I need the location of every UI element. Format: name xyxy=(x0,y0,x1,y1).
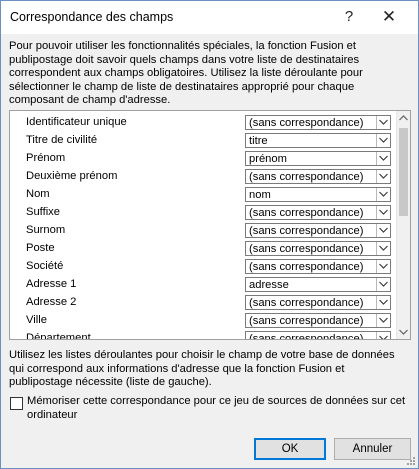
ok-button[interactable]: OK xyxy=(254,438,326,460)
field-row: Surnom (sans correspondance) xyxy=(10,222,396,240)
field-label: Titre de civilité xyxy=(26,134,98,146)
field-label: Société xyxy=(26,260,64,272)
remember-mapping-checkbox[interactable] xyxy=(10,397,23,410)
chevron-down-icon[interactable] xyxy=(376,278,390,291)
field-row: Département (sans correspondance) xyxy=(10,330,396,340)
field-row: Titre de civilité titre xyxy=(10,132,396,150)
remember-mapping-label[interactable]: Mémoriser cette correspondance pour ce j… xyxy=(27,395,407,422)
field-mapping-dropdown[interactable]: (sans correspondance) xyxy=(245,295,391,310)
chevron-down-icon[interactable] xyxy=(376,170,390,183)
field-row: Société (sans correspondance) xyxy=(10,258,396,276)
dialog-title: Correspondance des champs xyxy=(10,10,174,24)
vertical-scrollbar[interactable] xyxy=(396,111,410,339)
dropdown-value: (sans correspondance) xyxy=(249,225,364,237)
chevron-down-icon[interactable] xyxy=(376,134,390,147)
field-row: Deuxième prénom (sans correspondance) xyxy=(10,168,396,186)
dropdown-value: (sans correspondance) xyxy=(249,315,364,327)
help-text: Utilisez les listes déroulantes pour cho… xyxy=(9,349,395,389)
field-mapping-dropdown[interactable]: (sans correspondance) xyxy=(245,115,391,130)
field-mapping-dropdown[interactable]: (sans correspondance) xyxy=(245,223,391,238)
field-mapping-dropdown[interactable]: (sans correspondance) xyxy=(245,205,391,220)
field-label: Identificateur unique xyxy=(26,116,127,128)
field-mapping-dropdown[interactable]: titre xyxy=(245,133,391,148)
field-mapping-dropdown[interactable]: (sans correspondance) xyxy=(245,241,391,256)
field-row: Ville (sans correspondance) xyxy=(10,312,396,330)
resize-grip-icon[interactable] xyxy=(406,456,416,466)
field-mapping-dialog: Correspondance des champs ? ✕ Pour pouvo… xyxy=(0,0,419,469)
close-button[interactable]: ✕ xyxy=(375,5,403,29)
chevron-down-icon[interactable] xyxy=(376,296,390,309)
dropdown-value: (sans correspondance) xyxy=(249,207,364,219)
chevron-down-icon[interactable] xyxy=(376,260,390,273)
field-label: Adresse 2 xyxy=(26,296,77,308)
dropdown-value: (sans correspondance) xyxy=(249,171,364,183)
field-mapping-list: Identificateur unique (sans correspondanc… xyxy=(9,110,411,340)
field-mapping-dropdown[interactable]: (sans correspondance) xyxy=(245,313,391,328)
field-label: Suffixe xyxy=(26,206,60,218)
scroll-up-arrow-icon[interactable] xyxy=(397,111,410,125)
field-mapping-dropdown[interactable]: (sans correspondance) xyxy=(245,169,391,184)
field-row: Nom nom xyxy=(10,186,396,204)
field-label: Poste xyxy=(26,242,55,254)
field-mapping-dropdown[interactable]: prénom xyxy=(245,151,391,166)
field-rows: Identificateur unique (sans correspondanc… xyxy=(10,114,396,340)
field-label: Deuxième prénom xyxy=(26,170,118,182)
scroll-thumb[interactable] xyxy=(399,128,408,216)
field-row: Adresse 1 adresse xyxy=(10,276,396,294)
field-label: Prénom xyxy=(26,152,66,164)
field-mapping-dropdown[interactable]: nom xyxy=(245,187,391,202)
chevron-down-icon[interactable] xyxy=(376,242,390,255)
dropdown-value: (sans correspondance) xyxy=(249,261,364,273)
field-row: Poste (sans correspondance) xyxy=(10,240,396,258)
dropdown-value: titre xyxy=(249,135,268,147)
field-label: Ville xyxy=(26,314,47,326)
intro-text: Pour pouvoir utiliser les fonctionnalité… xyxy=(9,40,363,107)
chevron-down-icon[interactable] xyxy=(376,332,390,339)
help-button[interactable]: ? xyxy=(335,5,363,29)
field-row: Prénom prénom xyxy=(10,150,396,168)
chevron-down-icon[interactable] xyxy=(376,152,390,165)
field-row: Adresse 2 (sans correspondance) xyxy=(10,294,396,312)
chevron-down-icon[interactable] xyxy=(376,188,390,201)
field-row: Suffixe (sans correspondance) xyxy=(10,204,396,222)
dropdown-value: (sans correspondance) xyxy=(249,117,364,129)
chevron-down-icon[interactable] xyxy=(376,224,390,237)
dropdown-value: adresse xyxy=(249,279,289,291)
dropdown-value: (sans correspondance) xyxy=(249,243,364,255)
field-label: Surnom xyxy=(26,224,66,236)
dropdown-value: nom xyxy=(249,189,271,201)
field-mapping-dropdown[interactable]: adresse xyxy=(245,277,391,292)
field-mapping-dropdown[interactable]: (sans correspondance) xyxy=(245,331,391,340)
chevron-down-icon[interactable] xyxy=(376,116,390,129)
dropdown-value: prénom xyxy=(249,153,287,165)
dropdown-value: (sans correspondance) xyxy=(249,297,364,309)
chevron-down-icon[interactable] xyxy=(376,314,390,327)
scroll-down-arrow-icon[interactable] xyxy=(397,325,410,339)
field-label: Adresse 1 xyxy=(26,278,77,290)
cancel-button[interactable]: Annuler xyxy=(334,438,411,460)
field-label: Département xyxy=(26,332,91,340)
field-mapping-dropdown[interactable]: (sans correspondance) xyxy=(245,259,391,274)
field-label: Nom xyxy=(26,188,50,200)
dropdown-value: (sans correspondance) xyxy=(249,333,364,340)
chevron-down-icon[interactable] xyxy=(376,206,390,219)
field-row: Identificateur unique (sans correspondanc… xyxy=(10,114,396,132)
title-bar: Correspondance des champs ? ✕ xyxy=(1,1,418,34)
